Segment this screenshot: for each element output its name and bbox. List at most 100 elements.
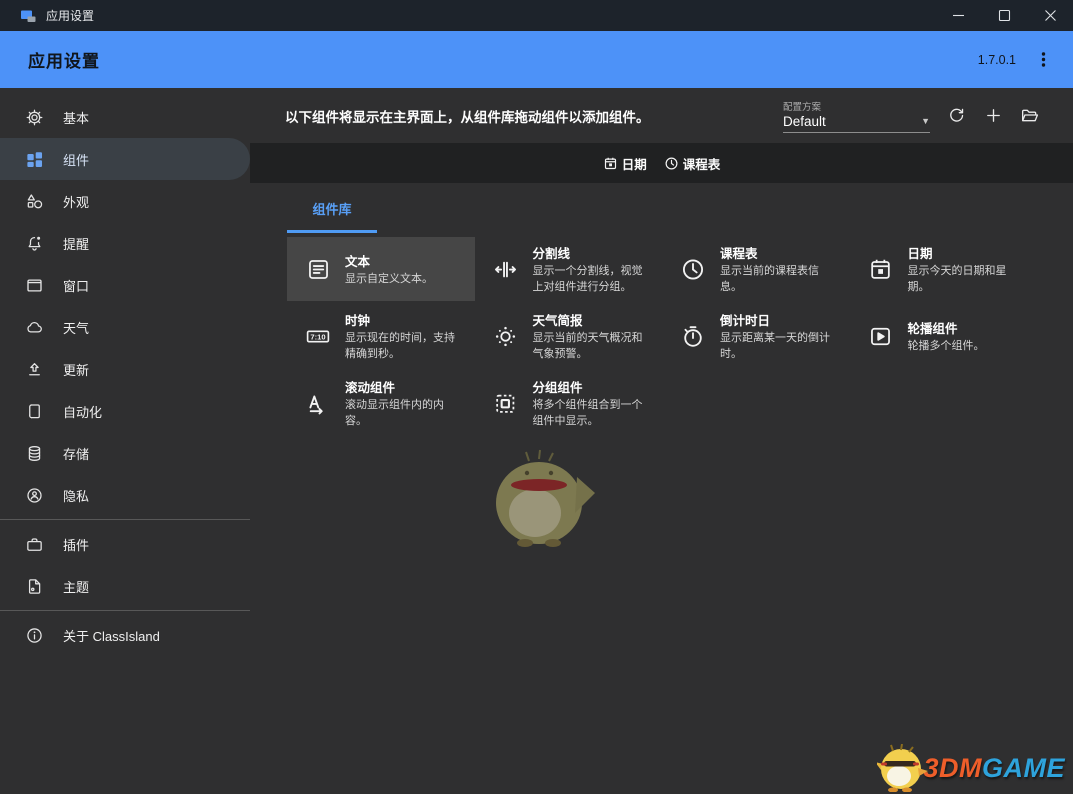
- text-icon: [305, 257, 331, 282]
- sidebar-item-window[interactable]: 窗口: [0, 264, 250, 306]
- watermark-text-3dm: 3DM: [923, 753, 982, 784]
- add-button[interactable]: [980, 103, 1006, 129]
- window-icon: [25, 276, 44, 295]
- sidebar-item-label: 天气: [63, 318, 89, 337]
- sidebar-item-update[interactable]: 更新: [0, 348, 250, 390]
- card-title: 轮播组件: [908, 318, 1028, 337]
- sidebar-item-about[interactable]: 关于 ClassIsland: [0, 614, 250, 656]
- chip-label: 日期: [622, 154, 647, 173]
- app-window: 应用设置 应用设置 1.7.0.1 基本: [0, 0, 1073, 794]
- group-icon: [493, 391, 519, 416]
- card-title: 倒计时日: [720, 310, 840, 329]
- chip-label: 课程表: [683, 154, 721, 173]
- privacy-icon: [25, 486, 44, 505]
- card-title: 分组组件: [533, 377, 653, 396]
- page-title: 应用设置: [28, 47, 100, 72]
- sidebar-item-label: 自动化: [63, 402, 102, 421]
- card-description: 显示距离某一天的倒计时。: [720, 331, 840, 362]
- card-description: 滚动显示组件内的内容。: [345, 398, 465, 429]
- card-description: 显示当前的课程表信息。: [720, 264, 840, 295]
- card-description: 显示现在的时间，支持精确到秒。: [345, 331, 465, 362]
- card-title: 天气简报: [533, 310, 653, 329]
- component-card-carousel[interactable]: 轮播组件轮播多个组件。: [850, 304, 1038, 368]
- schedule-icon: [680, 256, 706, 283]
- window-title: 应用设置: [46, 7, 94, 24]
- sidebar-item-storage[interactable]: 存储: [0, 432, 250, 474]
- countdown-icon: [680, 323, 706, 350]
- themes-icon: [25, 577, 44, 596]
- watermark-logo: 3DMGAME: [877, 744, 1065, 792]
- bell-icon: [25, 234, 44, 253]
- component-card-date[interactable]: 日期显示今天的日期和星期。: [850, 237, 1038, 301]
- clock-icon: [664, 156, 679, 171]
- divider-icon: [493, 257, 519, 282]
- sidebar-item-label: 提醒: [63, 234, 89, 253]
- app-logo-icon: [20, 8, 37, 24]
- sidebar-item-label: 存储: [63, 444, 89, 463]
- date-icon: [868, 257, 894, 282]
- page-header: 应用设置 1.7.0.1: [0, 31, 1073, 88]
- sidebar-item-appearance[interactable]: 外观: [0, 180, 250, 222]
- sidebar-item-label: 基本: [63, 108, 89, 127]
- digital-clock-icon: 7:10: [305, 323, 331, 350]
- card-description: 轮播多个组件。: [908, 339, 1028, 354]
- sidebar-divider: [0, 610, 250, 611]
- current-components-strip: 日期 课程表: [250, 143, 1073, 183]
- sidebar-item-label: 更新: [63, 360, 89, 379]
- current-component-schedule[interactable]: 课程表: [664, 154, 721, 173]
- components-icon: [25, 150, 44, 169]
- card-description: 显示一个分割线，视觉上对组件进行分组。: [533, 264, 653, 295]
- sidebar-item-notifications[interactable]: 提醒: [0, 222, 250, 264]
- profile-select[interactable]: 配置方案 Default ▼: [783, 99, 930, 133]
- component-card-weather[interactable]: 天气简报显示当前的天气概况和气象预警。: [475, 304, 663, 368]
- card-description: 显示当前的天气概况和气象预警。: [533, 331, 653, 362]
- component-card-marquee[interactable]: 滚动组件滚动显示组件内的内容。: [287, 371, 475, 435]
- version-label: 1.7.0.1: [978, 53, 1016, 67]
- sidebar-item-basic[interactable]: 基本: [0, 96, 250, 138]
- chevron-down-icon: ▼: [921, 116, 930, 126]
- sidebar-divider: [0, 519, 250, 520]
- sidebar-item-label: 外观: [63, 192, 89, 211]
- open-folder-button[interactable]: [1017, 103, 1043, 129]
- maximize-button[interactable]: [981, 0, 1027, 31]
- sidebar-item-label: 插件: [63, 535, 89, 554]
- component-card-text[interactable]: 文本显示自定义文本。: [287, 237, 475, 301]
- sidebar-item-label: 关于 ClassIsland: [63, 626, 160, 645]
- card-description: 显示今天的日期和星期。: [908, 264, 1028, 295]
- card-title: 滚动组件: [345, 377, 465, 396]
- tab-component-library[interactable]: 组件库: [287, 199, 377, 233]
- weather-icon: [493, 324, 519, 349]
- sidebar-item-components[interactable]: 组件: [0, 138, 250, 180]
- component-card-divider[interactable]: 分割线显示一个分割线，视觉上对组件进行分组。: [475, 237, 663, 301]
- minimize-button[interactable]: [935, 0, 981, 31]
- component-card-group[interactable]: 分组组件将多个组件组合到一个组件中显示。: [475, 371, 663, 435]
- update-icon: [25, 360, 44, 379]
- sidebar-item-automation[interactable]: 自动化: [0, 390, 250, 432]
- sidebar-item-weather[interactable]: 天气: [0, 306, 250, 348]
- component-cards-grid: 文本显示自定义文本。 分割线显示一个分割线，视觉上对组件进行分组。 课程表显示当…: [287, 237, 1038, 435]
- appearance-icon: [25, 192, 44, 211]
- mascot-chick-icon: [877, 744, 929, 792]
- card-description: 显示自定义文本。: [345, 272, 465, 287]
- carousel-icon: [868, 324, 894, 349]
- sidebar-item-plugins[interactable]: 插件: [0, 523, 250, 565]
- components-toolbar: 以下组件将显示在主界面上，从组件库拖动组件以添加组件。 配置方案 Default…: [250, 88, 1073, 143]
- component-library-panel: 组件库: [250, 183, 1073, 794]
- titlebar: 应用设置: [0, 0, 1073, 31]
- component-card-clock[interactable]: 7:10 时钟显示现在的时间，支持精确到秒。: [287, 304, 475, 368]
- components-description: 以下组件将显示在主界面上，从组件库拖动组件以添加组件。: [285, 106, 650, 126]
- refresh-button[interactable]: [943, 103, 969, 129]
- sidebar-item-privacy[interactable]: 隐私: [0, 474, 250, 516]
- current-component-date[interactable]: 日期: [603, 154, 647, 173]
- close-button[interactable]: [1027, 0, 1073, 31]
- card-description: 将多个组件组合到一个组件中显示。: [533, 398, 653, 429]
- card-title: 课程表: [720, 243, 840, 262]
- component-card-countdown[interactable]: 倒计时日显示距离某一天的倒计时。: [662, 304, 850, 368]
- sidebar: 基本 组件 外观 提醒 窗口 天气: [0, 88, 250, 794]
- sidebar-item-label: 窗口: [63, 276, 89, 295]
- component-card-schedule[interactable]: 课程表显示当前的课程表信息。: [662, 237, 850, 301]
- profile-select-value: Default: [783, 114, 921, 129]
- sidebar-item-themes[interactable]: 主题: [0, 565, 250, 607]
- overflow-menu-icon[interactable]: [1036, 51, 1051, 68]
- info-icon: [25, 626, 44, 645]
